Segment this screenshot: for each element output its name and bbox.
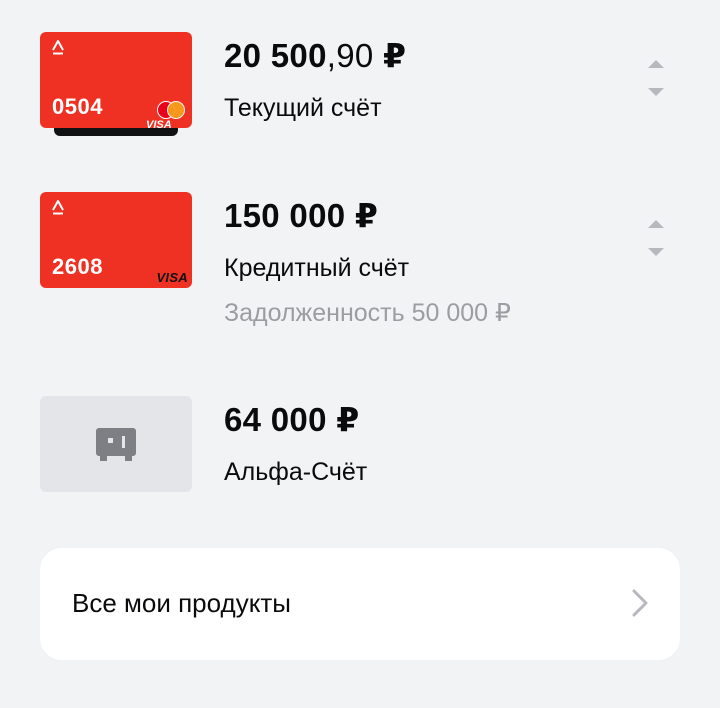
balance-fraction: ,90 [326,37,374,74]
reorder-handle[interactable] [644,216,668,264]
account-balance: 150 000 ₽ [224,196,378,235]
account-balance: 64 000 ₽ [224,400,359,439]
alfa-logo-icon [52,40,64,55]
card-thumbnail: 0504 [40,32,192,128]
account-row-current[interactable]: 0504 VISA 20 500,90 ₽ Текущий счёт [0,32,720,142]
card-thumbnail: 2608 VISA [40,192,192,288]
safe-icon [96,428,136,461]
balance-integer: 20 500 [224,37,327,74]
all-products-button[interactable]: Все мои продукты [40,548,680,660]
card-number: 0504 [52,94,103,119]
balance-integer: 64 000 [224,401,327,438]
chevron-right-icon [632,589,648,617]
account-debt-note: Задолженность 50 000 ₽ [224,299,511,327]
balance-integer: 150 000 [224,197,346,234]
account-name: Кредитный счёт [224,254,410,282]
currency-sign: ₽ [382,37,407,74]
all-products-label: Все мои продукты [72,588,291,618]
account-balance: 20 500,90 ₽ [224,36,406,75]
account-icon-tile [40,396,192,492]
reorder-arrows-icon [648,220,664,256]
currency-sign: ₽ [354,197,379,234]
account-row-alfa-savings[interactable]: 64 000 ₽ Альфа-Счёт [0,396,720,496]
account-name: Альфа-Счёт [224,458,368,486]
account-row-credit[interactable]: 2608 VISA 150 000 ₽ Кредитный счёт Задол… [0,192,720,332]
alfa-logo-icon [52,200,64,215]
visa-logo-icon: VISA [146,119,172,131]
account-name: Текущий счёт [224,94,382,122]
reorder-arrows-icon [648,60,664,96]
visa-logo-icon: VISA [156,270,188,285]
card-number: 2608 [52,254,103,279]
reorder-handle[interactable] [644,56,668,104]
currency-sign: ₽ [336,401,360,438]
